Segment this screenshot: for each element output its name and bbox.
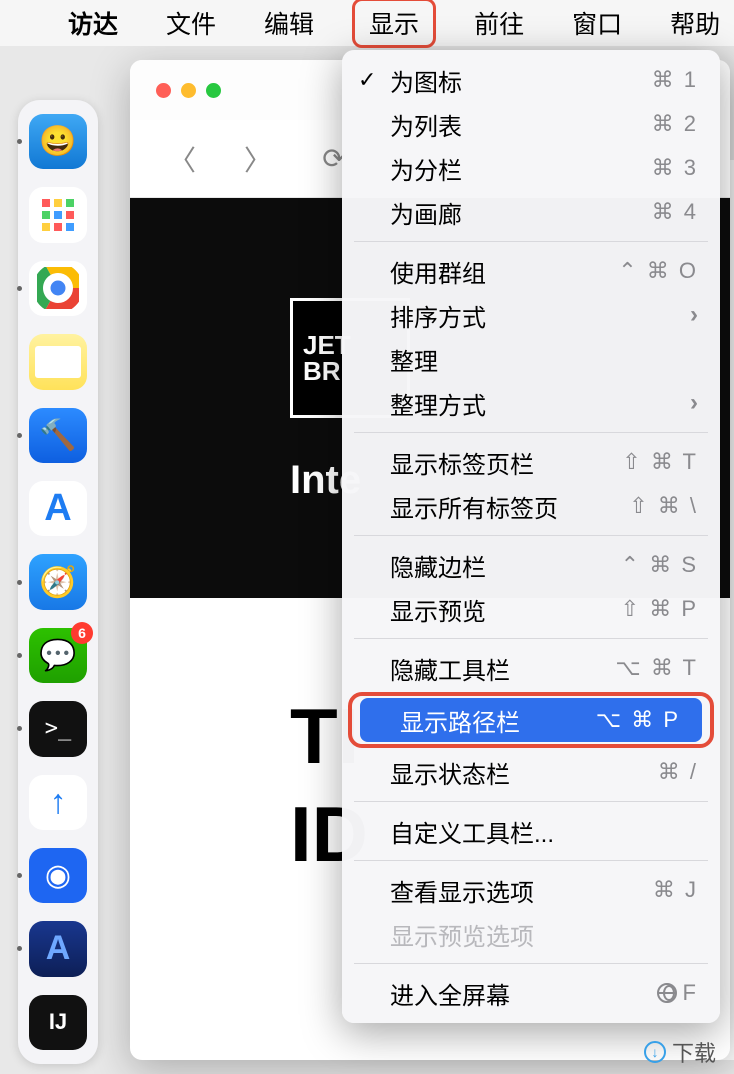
menubar-app-name[interactable]: 访达 [58, 0, 128, 47]
menu-label: 显示预览选项 [390, 917, 534, 952]
dock-terminal-icon[interactable]: >_ [29, 701, 87, 756]
menu-shortcut: ⇧ ⌘ P [621, 596, 698, 622]
window-close-button[interactable] [156, 83, 171, 98]
dock-chrome-icon[interactable] [29, 261, 87, 316]
menu-label: 隐藏工具栏 [390, 651, 510, 686]
dock-intellij-icon[interactable]: IJ [29, 995, 87, 1050]
dock-notes-icon[interactable] [29, 334, 87, 389]
window-minimize-button[interactable] [181, 83, 196, 98]
dock-xcode-icon[interactable]: 🔨 [29, 408, 87, 463]
chevron-right-icon: › [690, 389, 698, 417]
menubar-help[interactable]: 帮助 [660, 0, 730, 47]
menubar-window[interactable]: 窗口 [562, 0, 632, 47]
menu-shortcut: ⌃ ⌘ O [618, 258, 698, 284]
menu-label: 为列表 [390, 107, 462, 142]
wechat-badge: 6 [71, 622, 93, 644]
menu-customize-toolbar[interactable]: 自定义工具栏... [342, 809, 720, 853]
menu-separator [354, 432, 708, 433]
download-label: 下载 [672, 1036, 716, 1068]
menu-label: 显示标签页栏 [390, 445, 534, 480]
menu-clean-up-by[interactable]: 整理方式 › [342, 381, 720, 425]
menu-label: 整理 [390, 342, 438, 377]
menu-show-preview[interactable]: 显示预览 ⇧ ⌘ P [342, 587, 720, 631]
menubar-go[interactable]: 前往 [464, 0, 534, 47]
menu-label: 为分栏 [390, 151, 462, 186]
menu-shortcut: ⌃ ⌘ S [621, 552, 698, 578]
menu-show-tab-bar[interactable]: 显示标签页栏 ⇧ ⌘ T [342, 440, 720, 484]
menu-separator [354, 860, 708, 861]
menu-as-list[interactable]: 为列表 ⌘ 2 [342, 102, 720, 146]
menu-shortcut: ⌥ ⌘ P [596, 707, 680, 733]
menu-separator [354, 535, 708, 536]
menu-as-columns[interactable]: 为分栏 ⌘ 3 [342, 146, 720, 190]
menu-label: 为图标 [390, 63, 462, 98]
menu-label: 隐藏边栏 [390, 548, 486, 583]
dock-upload-icon[interactable]: ↑ [29, 775, 87, 830]
menu-show-all-tabs[interactable]: 显示所有标签页 ⇧ ⌘ \ [342, 484, 720, 528]
menu-label: 为画廊 [390, 195, 462, 230]
menu-label: 显示预览 [390, 592, 486, 627]
menu-use-groups[interactable]: 使用群组 ⌃ ⌘ O [342, 249, 720, 293]
menu-hide-sidebar[interactable]: 隐藏边栏 ⌃ ⌘ S [342, 543, 720, 587]
menu-shortcut: ⌘ J [653, 877, 698, 903]
menu-shortcut: ⇧ ⌘ \ [629, 493, 698, 519]
menu-shortcut: ⌘ / [658, 759, 698, 785]
menu-label: 整理方式 [390, 386, 486, 421]
bottom-download-indicator[interactable]: 下载 [644, 1036, 716, 1068]
menu-label: 显示路径栏 [400, 703, 520, 738]
dock-sourcetree-icon[interactable]: ◉ [29, 848, 87, 903]
dock-launchpad-icon[interactable] [29, 187, 87, 242]
globe-icon [657, 983, 677, 1003]
window-zoom-button[interactable] [206, 83, 221, 98]
menu-label: 进入全屏幕 [390, 976, 510, 1011]
menu-label: 自定义工具栏... [390, 814, 554, 849]
dock-darkappstore-icon[interactable]: A [29, 921, 87, 976]
menu-shortcut: ⌘ 4 [652, 199, 698, 225]
menu-shortcut: ⌥ ⌘ T [615, 655, 698, 681]
menubar-view[interactable]: 显示 [352, 0, 436, 48]
menu-separator [354, 963, 708, 964]
menubar-edit[interactable]: 编辑 [254, 0, 324, 47]
dock-safari-icon[interactable]: 🧭 [29, 554, 87, 609]
menu-preview-options: 显示预览选项 [342, 912, 720, 956]
menu-view-options[interactable]: 查看显示选项 ⌘ J [342, 868, 720, 912]
menu-shortcut: F [657, 980, 698, 1006]
menu-sort-by[interactable]: 排序方式 › [342, 293, 720, 337]
dock-appstore-icon[interactable]: A [29, 481, 87, 536]
menu-shortcut: ⌘ 3 [652, 155, 698, 181]
menu-label: 排序方式 [390, 298, 486, 333]
menu-enter-fullscreen[interactable]: 进入全屏幕 F [342, 971, 720, 1015]
checkmark-icon: ✓ [358, 67, 376, 93]
dock-finder-icon[interactable]: 😀 [29, 114, 87, 169]
view-menu-dropdown: ✓ 为图标 ⌘ 1 为列表 ⌘ 2 为分栏 ⌘ 3 为画廊 ⌘ 4 使用群组 ⌃… [342, 50, 720, 1023]
chevron-right-icon: › [690, 301, 698, 329]
system-menubar: 访达 文件 编辑 显示 前往 窗口 帮助 [0, 0, 734, 46]
menu-show-status-bar[interactable]: 显示状态栏 ⌘ / [342, 750, 720, 794]
menu-as-icons[interactable]: ✓ 为图标 ⌘ 1 [342, 58, 720, 102]
menubar-file[interactable]: 文件 [156, 0, 226, 47]
menu-as-gallery[interactable]: 为画廊 ⌘ 4 [342, 190, 720, 234]
menu-separator [354, 638, 708, 639]
menu-show-path-bar[interactable]: 显示路径栏 ⌥ ⌘ P [360, 698, 702, 742]
menu-shortcut: ⌘ 1 [652, 67, 698, 93]
menu-separator [354, 801, 708, 802]
menu-label: 显示状态栏 [390, 755, 510, 790]
highlighted-selection-box: 显示路径栏 ⌥ ⌘ P [348, 692, 714, 748]
download-icon [644, 1041, 666, 1063]
menu-shortcut: ⇧ ⌘ T [622, 449, 698, 475]
menu-label: 使用群组 [390, 254, 486, 289]
toolbar-back-button[interactable]: 〈 [164, 141, 200, 177]
dock: 😀 🔨 A 🧭 💬6 >_ ↑ ◉ A IJ [18, 100, 98, 1064]
toolbar-forward-button[interactable]: 〉 [240, 141, 276, 177]
menu-separator [354, 241, 708, 242]
menu-label: 查看显示选项 [390, 873, 534, 908]
menu-shortcut: ⌘ 2 [652, 111, 698, 137]
menu-hide-toolbar[interactable]: 隐藏工具栏 ⌥ ⌘ T [342, 646, 720, 690]
menu-clean-up[interactable]: 整理 [342, 337, 720, 381]
dock-wechat-icon[interactable]: 💬6 [29, 628, 87, 683]
menu-label: 显示所有标签页 [390, 489, 558, 524]
